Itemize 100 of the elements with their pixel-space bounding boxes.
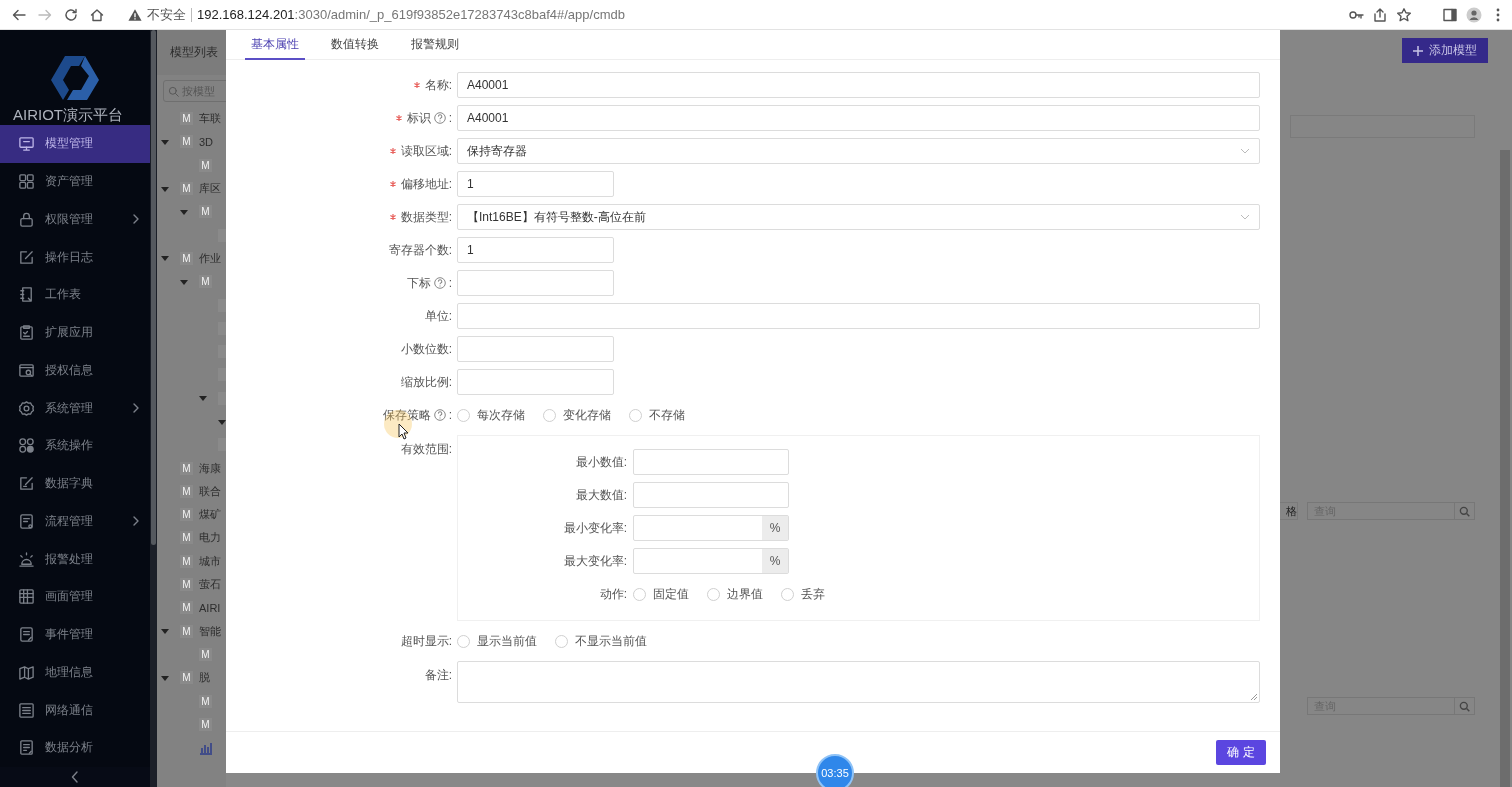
radio-button[interactable] xyxy=(707,587,720,601)
collapse-icon[interactable] xyxy=(71,771,79,783)
tree-item[interactable]: 电力 xyxy=(199,530,221,546)
reload-icon[interactable] xyxy=(63,6,79,23)
map-icon xyxy=(18,663,35,681)
tab[interactable]: 数值转换 xyxy=(325,30,385,60)
tree-item[interactable]: 海康 xyxy=(199,460,221,476)
caret-icon[interactable] xyxy=(180,207,188,216)
nav-item[interactable]: 系统管理 xyxy=(0,389,150,427)
tree-item[interactable]: 城市 xyxy=(199,553,221,569)
search-icon[interactable] xyxy=(1459,700,1470,712)
radio-button[interactable] xyxy=(543,408,556,422)
list-icon xyxy=(18,701,35,719)
radio-button[interactable] xyxy=(781,587,794,601)
field-label: 动作: xyxy=(599,585,627,603)
nav-item[interactable]: 授权信息 xyxy=(0,351,150,390)
tab[interactable]: 报警规则 xyxy=(405,30,465,60)
tab[interactable]: 基本属性 xyxy=(245,30,305,60)
field-label: 单位: xyxy=(424,307,452,325)
radio-button[interactable] xyxy=(457,634,470,648)
model-icon: M xyxy=(180,484,193,498)
tree-item[interactable]: AIRI xyxy=(199,601,221,614)
radio-button[interactable] xyxy=(457,408,470,422)
nav-item[interactable]: 扩展应用 xyxy=(0,313,150,352)
radio-button[interactable] xyxy=(629,408,642,422)
tree-item[interactable]: 智能 xyxy=(199,623,221,639)
input-field[interactable]: A40001 xyxy=(457,72,1260,98)
nav-item[interactable]: 报警处理 xyxy=(0,540,150,578)
nav-item[interactable]: 数据字典 xyxy=(0,464,150,503)
input-field[interactable]: A40001 xyxy=(457,105,1260,131)
panel-title: 模型列表 xyxy=(170,44,218,61)
star-icon[interactable] xyxy=(1396,6,1412,23)
radio-label[interactable]: 每次存储 xyxy=(477,406,525,424)
radio-label[interactable]: 边界值 xyxy=(727,585,763,603)
radio-button[interactable] xyxy=(633,587,646,601)
home-icon[interactable] xyxy=(89,6,105,23)
field-label: 备注: xyxy=(424,667,452,684)
tree-item[interactable]: 作业 xyxy=(199,250,221,266)
field-label: 超时显示: xyxy=(400,632,452,650)
avatar-icon[interactable] xyxy=(1466,6,1482,23)
tree-item[interactable]: 3D xyxy=(199,135,214,148)
model-icon: M xyxy=(180,251,193,265)
add-button[interactable]: 添加模型 xyxy=(1402,38,1488,63)
tree-item[interactable]: 车联 xyxy=(199,111,221,127)
radio-label[interactable]: 不存储 xyxy=(649,406,685,424)
confirm-button[interactable]: 确 定 xyxy=(1216,740,1266,765)
nav-item[interactable]: 资产管理 xyxy=(0,162,150,201)
scrollbar-thumb[interactable] xyxy=(1500,150,1510,787)
nav-item[interactable]: 地理信息 xyxy=(0,653,150,692)
caret-icon[interactable] xyxy=(161,137,169,146)
help-icon[interactable] xyxy=(433,112,446,124)
nav-item[interactable]: 权限管理 xyxy=(0,200,150,239)
model-icon: M xyxy=(199,205,212,219)
nav-item[interactable]: 流程管理 xyxy=(0,502,150,541)
caret-icon[interactable] xyxy=(161,184,169,193)
nav-item[interactable]: 网络通信 xyxy=(0,691,150,729)
chevron-down-icon xyxy=(1240,214,1250,220)
search-icon[interactable] xyxy=(1459,505,1470,517)
help-icon[interactable] xyxy=(433,277,446,289)
input-field[interactable]: 1 xyxy=(457,171,614,197)
nav-item[interactable]: 系统操作 xyxy=(0,427,150,465)
tree-item[interactable]: 联合 xyxy=(199,483,221,499)
document-icon xyxy=(18,626,35,644)
caret-icon[interactable] xyxy=(199,394,207,403)
input-field[interactable]: 1 xyxy=(457,237,614,263)
scrollbar-thumb[interactable] xyxy=(151,30,156,545)
tree-item[interactable]: 煤矿 xyxy=(199,507,221,523)
select-field[interactable]: 保持寄存器 xyxy=(457,138,1260,164)
tree-item[interactable]: 脱 xyxy=(199,670,210,686)
nav-item[interactable]: 数据分析 xyxy=(0,729,150,767)
field-label: 下标 xyxy=(406,274,431,292)
model-icon: M xyxy=(180,601,193,615)
nav-item[interactable]: 画面管理 xyxy=(0,578,150,616)
nav-item[interactable]: 事件管理 xyxy=(0,615,150,654)
share-icon[interactable] xyxy=(1372,6,1388,23)
field-label: 寄存器个数: xyxy=(388,241,452,259)
radio-label[interactable]: 丢弃 xyxy=(801,585,825,603)
nav-item[interactable]: 工作表 xyxy=(0,276,150,314)
tree-item[interactable]: 萤石 xyxy=(199,577,221,593)
url-text[interactable]: 192.168.124.201:3030/admin/_p_619f93852e17283743c8baf4#/app/cmdb xyxy=(197,7,625,22)
select-field[interactable]: 【Int16BE】有符号整数-高位在前 xyxy=(457,204,1260,230)
nav-item[interactable]: 操作日志 xyxy=(0,238,150,276)
caret-icon[interactable] xyxy=(180,277,188,286)
caret-icon[interactable] xyxy=(161,627,169,636)
nav-item[interactable]: 模型管理 xyxy=(0,125,150,163)
tree-item[interactable]: 库区 xyxy=(199,181,221,197)
radio-label[interactable]: 不显示当前值 xyxy=(575,632,647,650)
caret-icon[interactable] xyxy=(161,673,169,682)
help-icon[interactable] xyxy=(433,409,446,421)
edit-icon xyxy=(18,248,35,266)
table-button[interactable]: 格 xyxy=(1280,502,1298,520)
field-label: 小数位数: xyxy=(400,340,452,358)
caret-icon[interactable] xyxy=(161,254,169,263)
radio-label[interactable]: 变化存储 xyxy=(563,406,611,424)
model-icon: M xyxy=(180,461,193,475)
radio-label[interactable]: 固定值 xyxy=(653,585,689,603)
radio-label[interactable]: 显示当前值 xyxy=(477,632,537,650)
radio-button[interactable] xyxy=(555,634,568,648)
sidebar-icon[interactable] xyxy=(1442,6,1458,23)
timer-label: 03:35 xyxy=(821,767,849,779)
